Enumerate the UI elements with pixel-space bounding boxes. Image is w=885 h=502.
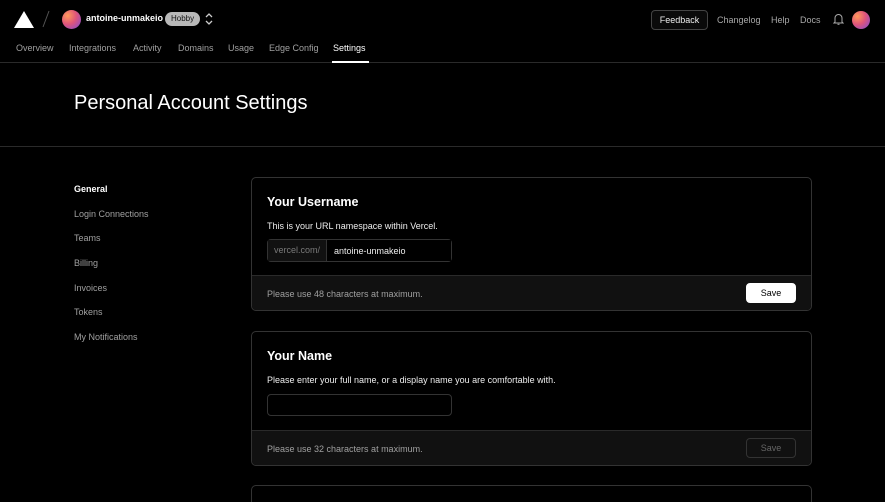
- project-nav: Overview Integrations Activity Domains U…: [0, 38, 885, 63]
- help-link[interactable]: Help: [771, 15, 790, 25]
- bell-icon[interactable]: [833, 13, 844, 25]
- username-input[interactable]: [327, 240, 451, 261]
- sidebar-item-my-notifications[interactable]: My Notifications: [74, 332, 138, 342]
- feedback-button[interactable]: Feedback: [651, 10, 708, 30]
- name-card-description: Please enter your full name, or a displa…: [267, 375, 556, 385]
- username-card-description: This is your URL namespace within Vercel…: [267, 221, 438, 231]
- plan-badge: Hobby: [165, 12, 201, 26]
- url-prefix: vercel.com/: [268, 240, 327, 261]
- name-footer-note: Please use 32 characters at maximum.: [267, 444, 423, 454]
- page-title: Personal Account Settings: [74, 92, 308, 114]
- username-footer-note: Please use 48 characters at maximum.: [267, 289, 423, 299]
- sidebar-item-teams[interactable]: Teams: [74, 233, 101, 243]
- tab-usage[interactable]: Usage: [228, 43, 254, 53]
- account-name[interactable]: antoine-unmakeio: [86, 13, 163, 23]
- username-save-button[interactable]: Save: [746, 283, 796, 303]
- changelog-link[interactable]: Changelog: [717, 15, 761, 25]
- tab-domains[interactable]: Domains: [178, 43, 214, 53]
- name-card-title: Your Name: [267, 349, 333, 363]
- breadcrumb-slash-icon: [42, 10, 50, 28]
- sidebar-item-general[interactable]: General: [74, 184, 108, 194]
- sidebar-item-login-connections[interactable]: Login Connections: [74, 209, 149, 219]
- sidebar-item-billing[interactable]: Billing: [74, 258, 98, 268]
- name-input[interactable]: [267, 394, 452, 416]
- username-card: Your Username This is your URL namespace…: [251, 177, 812, 311]
- tab-overview[interactable]: Overview: [16, 43, 54, 53]
- name-save-button[interactable]: Save: [746, 438, 796, 458]
- tab-integrations[interactable]: Integrations: [69, 43, 116, 53]
- docs-link[interactable]: Docs: [800, 15, 821, 25]
- name-card-footer: Please use 32 characters at maximum. Sav…: [252, 430, 811, 465]
- team-avatar[interactable]: [62, 10, 81, 29]
- user-avatar[interactable]: [852, 11, 870, 29]
- sidebar-item-invoices[interactable]: Invoices: [74, 283, 107, 293]
- chevron-up-down-icon[interactable]: [203, 12, 215, 26]
- tab-activity[interactable]: Activity: [133, 43, 162, 53]
- username-card-footer: Please use 48 characters at maximum. Sav…: [252, 275, 811, 310]
- name-card: Your Name Please enter your full name, o…: [251, 331, 812, 466]
- tab-settings[interactable]: Settings: [333, 43, 366, 53]
- vercel-logo-icon[interactable]: [14, 11, 34, 28]
- username-field: vercel.com/: [267, 239, 452, 262]
- username-card-title: Your Username: [267, 195, 359, 209]
- tab-edge-config[interactable]: Edge Config: [269, 43, 319, 53]
- top-bar: antoine-unmakeio Hobby Feedback Changelo…: [0, 0, 885, 38]
- sidebar-item-tokens[interactable]: Tokens: [74, 307, 103, 317]
- page-header: Personal Account Settings: [0, 63, 885, 147]
- next-settings-card: [251, 485, 812, 502]
